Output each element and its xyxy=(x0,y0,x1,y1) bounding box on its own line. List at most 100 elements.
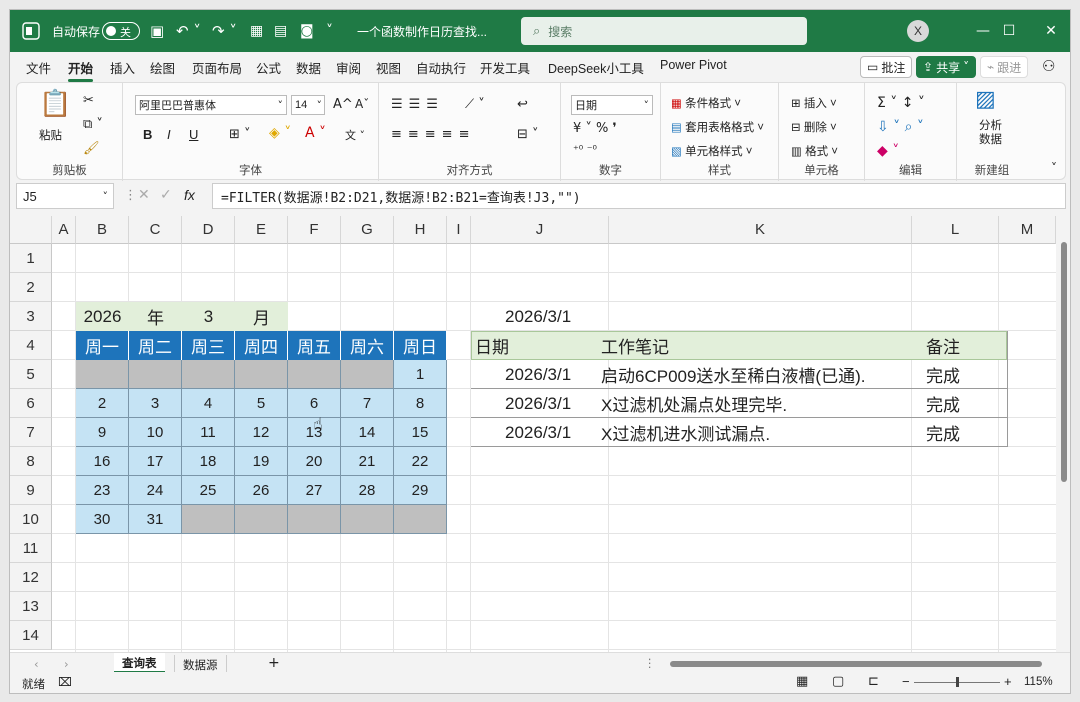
calendar-day-cell[interactable]: 22 xyxy=(394,447,447,476)
insert-button[interactable]: ⊞ 插入 ˅ xyxy=(791,95,837,111)
calendar-empty-cell[interactable] xyxy=(394,505,447,534)
close-icon[interactable]: ✕ xyxy=(1030,10,1070,52)
format-painter-icon[interactable]: 🖌 xyxy=(83,141,100,156)
query-cell-date[interactable]: 2026/3/1 xyxy=(505,389,571,418)
column-header-G[interactable]: G xyxy=(341,216,394,244)
row-header-2[interactable]: 2 xyxy=(10,273,52,302)
calendar-day-cell[interactable]: 21 xyxy=(341,447,394,476)
fill-icon[interactable]: ⇩ ˅ ⌕ ˅ xyxy=(877,119,924,135)
query-cell-date[interactable]: 2026/3/1 xyxy=(505,360,571,389)
query-cell-remark[interactable]: 完成 xyxy=(926,418,960,447)
copy-icon[interactable]: ⧉ ˅ xyxy=(83,117,103,132)
calendar-day-cell[interactable]: 25 xyxy=(182,476,235,505)
calendar-day-cell[interactable]: 2 xyxy=(76,389,129,418)
column-header-M[interactable]: M xyxy=(999,216,1056,244)
calendar-day-cell[interactable]: 9 xyxy=(76,418,129,447)
row-header-9[interactable]: 9 xyxy=(10,476,52,505)
column-header-J[interactable]: J xyxy=(471,216,609,244)
horizontal-align-icons[interactable]: ≡≡≡≡≡ xyxy=(391,127,475,142)
collapse-ribbon-icon[interactable]: ˅ xyxy=(1051,161,1057,175)
save-icon[interactable]: ▣ xyxy=(150,10,164,52)
format-painter-icon[interactable]: ▤ xyxy=(274,10,287,52)
italic-button[interactable]: I xyxy=(167,127,171,142)
cut-icon[interactable]: ✂ xyxy=(83,93,94,108)
calendar-day-cell[interactable]: 24 xyxy=(129,476,182,505)
calendar-empty-cell[interactable] xyxy=(288,360,341,389)
calendar-empty-cell[interactable] xyxy=(129,360,182,389)
calendar-empty-cell[interactable] xyxy=(341,505,394,534)
borders-icon[interactable]: ⊞ ˅ xyxy=(229,127,251,142)
calendar-empty-cell[interactable] xyxy=(341,360,394,389)
row-header-10[interactable]: 10 xyxy=(10,505,52,534)
autosave-toggle[interactable]: 关 xyxy=(102,22,140,40)
horizontal-scroll-thumb[interactable] xyxy=(670,661,1042,667)
zoom-level[interactable]: 115% xyxy=(1024,676,1053,688)
select-all-corner[interactable] xyxy=(10,216,52,244)
vertical-align-icons[interactable]: ☰☰☰ xyxy=(391,97,444,112)
cell-styles-button[interactable]: ▧ 单元格样式 ˅ xyxy=(671,143,753,159)
share-button[interactable]: ⇪ 共享 ˅ xyxy=(916,56,977,78)
calendar-day-cell[interactable]: 4 xyxy=(182,389,235,418)
more-options-icon[interactable]: ⋮ xyxy=(124,188,137,203)
column-header-I[interactable]: I xyxy=(447,216,471,244)
next-sheet-icon[interactable]: › xyxy=(64,657,69,671)
vertical-scrollbar[interactable] xyxy=(1056,216,1070,652)
clear-icon[interactable]: ◆ ˅ xyxy=(877,143,899,159)
column-header-C[interactable]: C xyxy=(129,216,182,244)
row-header-7[interactable]: 7 xyxy=(10,418,52,447)
calendar-day-cell[interactable]: 18 xyxy=(182,447,235,476)
insert-function-button[interactable]: fx xyxy=(184,187,195,203)
tab-formulas[interactable]: 公式 xyxy=(256,58,281,77)
search-box[interactable]: ⌕ 搜索 xyxy=(521,17,807,45)
tab-view[interactable]: 视图 xyxy=(376,58,401,77)
analyze-label-2[interactable]: 数据 xyxy=(979,131,1002,147)
row-header-11[interactable]: 11 xyxy=(10,534,52,563)
calendar-day-cell[interactable]: 28 xyxy=(341,476,394,505)
formula-input[interactable]: =FILTER(数据源!B2:D21,数据源!B2:B21=查询表!J3,"") xyxy=(212,183,1066,209)
calendar-day-cell[interactable]: 23 xyxy=(76,476,129,505)
bold-button[interactable]: B xyxy=(143,127,152,142)
increase-font-icon[interactable]: A^ xyxy=(333,97,353,112)
column-header-A[interactable]: A xyxy=(52,216,76,244)
calendar-day-cell[interactable]: 11 xyxy=(182,418,235,447)
currency-icon[interactable]: ¥ ˅ % ❜ xyxy=(573,121,617,136)
more-icon[interactable]: ˅ xyxy=(326,10,333,52)
column-header-H[interactable]: H xyxy=(394,216,447,244)
delete-button[interactable]: ⊟ 删除 ˅ xyxy=(791,119,837,135)
calendar-day-cell[interactable]: 7 xyxy=(341,389,394,418)
enter-icon[interactable]: ✓ xyxy=(160,187,172,203)
worksheet-grid[interactable]: ABCDEFGHIJKLM 1 2 3 4 5 6 7 8 9 10 11 12 13 14 2026 年 3… xyxy=(10,216,1056,652)
calendar-year[interactable]: 2026 xyxy=(76,302,129,331)
prev-sheet-icon[interactable]: ‹ xyxy=(34,657,39,671)
calendar-day-cell[interactable]: 27 xyxy=(288,476,341,505)
format-as-table-button[interactable]: ▤ 套用表格格式 ˅ xyxy=(671,119,764,135)
camera-icon[interactable]: ◙ xyxy=(300,10,314,52)
vertical-scroll-thumb[interactable] xyxy=(1061,242,1067,482)
calendar-day-cell[interactable]: 19 xyxy=(235,447,288,476)
calendar-day-cell[interactable]: 12 xyxy=(235,418,288,447)
avatar[interactable]: X xyxy=(907,20,929,42)
row-header-13[interactable]: 13 xyxy=(10,592,52,621)
filter-icon[interactable]: ▦ xyxy=(250,10,263,52)
font-size-dropdown[interactable]: 14 ˅ xyxy=(291,95,325,115)
row-header-1[interactable]: 1 xyxy=(10,244,52,273)
calendar-month-label[interactable]: 月 xyxy=(235,302,288,331)
zoom-slider-thumb[interactable] xyxy=(956,677,959,687)
query-date[interactable]: 2026/3/1 xyxy=(505,302,571,331)
tab-review[interactable]: 审阅 xyxy=(336,58,361,77)
query-cell-date[interactable]: 2026/3/1 xyxy=(505,418,571,447)
calendar-day-cell[interactable]: 14 xyxy=(341,418,394,447)
name-box[interactable]: J5 ˅ xyxy=(16,183,114,209)
wrap-text-icon[interactable]: ↩ xyxy=(517,97,528,112)
restore-icon[interactable]: ☐ xyxy=(988,10,1030,52)
calendar-day-cell[interactable]: 20 xyxy=(288,447,341,476)
tab-file[interactable]: 文件 xyxy=(26,58,51,77)
row-header-8[interactable]: 8 xyxy=(10,447,52,476)
redo-icon[interactable]: ↷ ˅ xyxy=(212,10,237,52)
calendar-day-cell[interactable]: 29 xyxy=(394,476,447,505)
query-cell-note[interactable]: X过滤机处漏点处理完毕. xyxy=(601,389,787,418)
calendar-empty-cell[interactable] xyxy=(182,360,235,389)
column-header-D[interactable]: D xyxy=(182,216,235,244)
row-header-14[interactable]: 14 xyxy=(10,621,52,650)
calendar-day-cell[interactable]: 5 xyxy=(235,389,288,418)
